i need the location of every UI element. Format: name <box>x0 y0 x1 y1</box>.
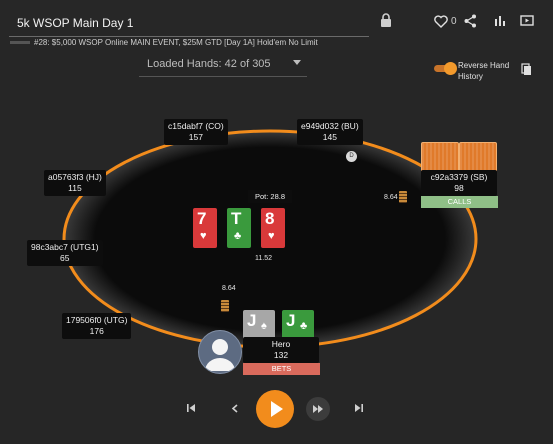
chip-stack <box>221 300 229 312</box>
seat-name: 98c3abc7 (UTG1) <box>31 242 99 252</box>
seat-stack: 145 <box>322 132 337 142</box>
board-card: T ♣ <box>227 208 251 248</box>
skip-to-start-icon[interactable] <box>186 403 196 413</box>
seat-stack: 176 <box>89 326 104 336</box>
share-icon[interactable] <box>464 14 477 28</box>
title-field[interactable]: 5k WSOP Main Day 1 <box>9 10 369 37</box>
seat-stack: 65 <box>60 253 70 263</box>
board-card: 8 ♥ <box>261 208 285 248</box>
seat-co: c15dabf7 (CO) 157 <box>164 119 228 145</box>
club-suit-icon: ♣ <box>300 320 308 332</box>
reverse-hand-label: Reverse Hand History <box>458 61 510 81</box>
seat-name: Hero <box>271 339 291 349</box>
top-bar: 5k WSOP Main Day 1 #28: $5,000 WSOP Onli… <box>0 0 553 50</box>
play-icon <box>271 401 283 417</box>
tournament-subtitle: #28: $5,000 WSOP Online MAIN EVENT, $25M… <box>34 38 318 47</box>
seat-name: c92a3379 (SB) <box>430 172 488 182</box>
seat-utg: 179506f0 (UTG) 176 <box>62 313 132 339</box>
chip-stack <box>399 191 407 203</box>
hero-bet: 8.64 <box>222 285 236 292</box>
calls-badge: CALLS <box>421 196 498 208</box>
card-back <box>459 142 497 172</box>
seat-stack: 115 <box>68 183 82 193</box>
heart-suit-icon: ♥ <box>200 230 207 242</box>
skip-to-end-icon[interactable] <box>354 403 364 413</box>
dealer-button: D <box>346 151 357 162</box>
card-back <box>421 142 459 172</box>
seat-name: a05763f3 (HJ) <box>48 172 102 182</box>
lock-icon[interactable] <box>380 13 392 27</box>
seat-name: c15dabf7 (CO) <box>168 121 224 131</box>
seat-stack: 157 <box>188 132 203 142</box>
tournament-icon <box>10 41 30 44</box>
reverse-hand-toggle[interactable] <box>434 62 457 75</box>
bets-badge: BETS <box>243 363 320 375</box>
card-rank: J <box>247 311 257 330</box>
loaded-hands-label: Loaded Hands: 42 of 305 <box>147 58 271 70</box>
copy-icon[interactable] <box>521 63 532 76</box>
play-button[interactable] <box>256 390 294 428</box>
card-rank: J <box>286 311 296 330</box>
seat-hero: Hero 132 <box>243 337 319 363</box>
seat-hj: a05763f3 (HJ) 115 <box>44 170 106 196</box>
seat-utg1: 98c3abc7 (UTG1) 65 <box>27 240 103 266</box>
chevron-down-icon <box>293 60 301 65</box>
club-suit-icon: ♣ <box>234 230 242 242</box>
loaded-hands-select[interactable]: Loaded Hands: 42 of 305 <box>139 52 307 77</box>
seat-bu: e949d032 (BU) 145 <box>297 119 363 145</box>
spade-suit-icon: ♠ <box>261 320 267 332</box>
step-back-icon[interactable] <box>231 404 238 413</box>
stats-icon[interactable] <box>494 15 506 27</box>
toggle-knob <box>444 62 457 75</box>
like-count: 0 <box>451 16 457 27</box>
heart-suit-icon: ♥ <box>268 230 275 242</box>
hand-title: 5k WSOP Main Day 1 <box>17 16 134 30</box>
fast-forward-button[interactable] <box>306 397 330 421</box>
sb-bet: 8.64 <box>384 194 398 201</box>
pot-label: Pot: 28.8 <box>248 190 292 203</box>
board-card: 7 ♥ <box>193 208 217 248</box>
card-rank: T <box>231 209 242 228</box>
center-bet: 11.52 <box>255 255 272 262</box>
hero-avatar <box>198 330 242 374</box>
seat-name: 179506f0 (UTG) <box>66 315 128 325</box>
seat-stack: 98 <box>454 183 464 193</box>
seat-stack: 132 <box>273 350 289 360</box>
seat-sb: c92a3379 (SB) 98 <box>421 170 497 196</box>
heart-icon[interactable] <box>434 15 448 28</box>
card-rank: 7 <box>197 209 207 228</box>
fast-forward-icon <box>313 405 323 413</box>
replay-screen-icon[interactable] <box>520 15 534 27</box>
seat-name: e949d032 (BU) <box>301 121 359 131</box>
card-rank: 8 <box>265 209 275 228</box>
